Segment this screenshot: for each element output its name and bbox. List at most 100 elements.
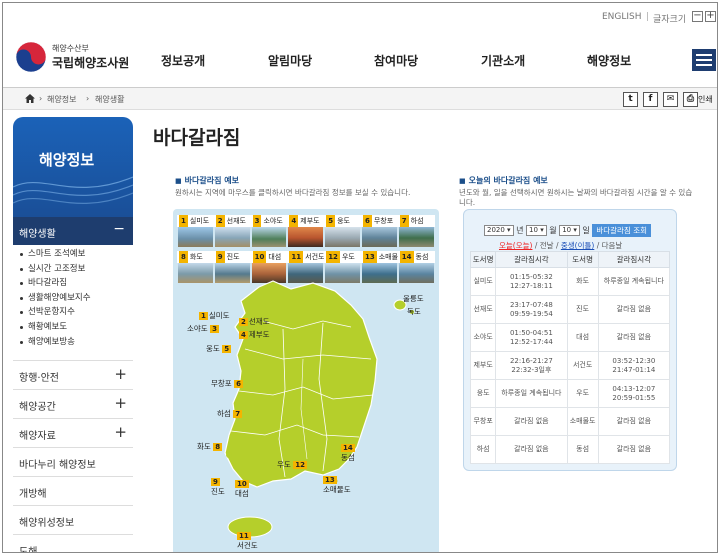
logo-agency: 국립해양조사원 [52, 56, 130, 70]
island-name: 소야도 [469, 323, 497, 352]
map-label-ulleungdo: 울릉도 [403, 294, 424, 303]
mail-share-icon[interactable]: ✉ [663, 92, 678, 107]
year-select[interactable]: 2020 ▾ [484, 225, 514, 236]
sub-item-sea-parting[interactable]: 바다갈라짐 [13, 276, 133, 291]
sidebar-item-label: 바다누리 해양정보 [19, 460, 96, 471]
logo-ministry: 해양수산부 [52, 44, 89, 53]
english-link[interactable]: ENGLISH [602, 12, 642, 22]
island-name: 소매물도 [566, 407, 599, 436]
expand-icon: + [114, 365, 127, 383]
month-select[interactable]: 10 ▾ [526, 225, 547, 236]
section-desc-today: 년도와 월, 일을 선택하시면 원하시는 날짜의 바다갈라짐 시간을 알 수 있… [459, 188, 693, 207]
col-header: 도서명 [566, 251, 599, 268]
gnb-item-about[interactable]: 기관소개 [481, 52, 525, 69]
island-name: 화도 [566, 267, 599, 296]
map-pin-daeseom[interactable]: 10 대섬 [235, 479, 250, 499]
sidebar-item-label: 도해 [19, 547, 38, 553]
map-pin-soyado[interactable]: 소야도 3 [187, 323, 220, 334]
sidebar-header: 해양정보 [13, 117, 133, 217]
sidebar-item-label: 해양공간 [19, 402, 56, 413]
island-name: 서건도 [566, 351, 599, 380]
parting-time: 갈라짐 없음 [597, 435, 671, 464]
map-pin-seonjaedo[interactable]: 2 선재도 [239, 316, 270, 327]
table-row: 하섬 갈라짐 없음 동섬 갈라짐 없음 [469, 435, 671, 464]
breadcrumb-chevron-icon: › [86, 94, 90, 103]
sea-parting-table: 도서명 갈라짐시각 도서명 갈라짐시각 실미도 01:15-05:32 12:2… [469, 251, 671, 464]
expand-icon: + [114, 394, 127, 412]
breadcrumb-chevron-icon: › [39, 94, 43, 103]
sidebar-item-label: 해양생활 [19, 229, 56, 240]
sub-item-ship-index[interactable]: 선박운항지수 [13, 305, 133, 320]
sidebar-item-open-sea[interactable]: 개방해 [13, 476, 133, 505]
sub-item-smart-tide[interactable]: 스마트 조석예보 [13, 247, 133, 262]
parting-time: 갈라짐 없음 [597, 407, 671, 436]
collapse-icon: − [113, 221, 125, 237]
sidebar-item-navigation-safety[interactable]: 항행·안전 + [13, 360, 133, 389]
gnb-item-notice[interactable]: 알림마당 [268, 52, 312, 69]
parting-time: 03:52-12:30 21:47-01:14 [597, 351, 671, 380]
twitter-share-icon[interactable]: t [623, 92, 638, 107]
sidebar-item-label: 항행·안전 [19, 373, 59, 384]
site-logo[interactable]: 해양수산부 국립해양조사원 [15, 39, 145, 75]
sidebar: 해양정보 해양생활 − 스마트 조석예보 실시간 고조정보 바다갈라짐 생활해양… [13, 117, 133, 553]
map-pin-seogeondo[interactable]: 11 서건도 [237, 531, 258, 551]
font-decrease-button[interactable]: − [692, 11, 703, 22]
col-header: 갈라짐시각 [597, 251, 671, 268]
map-label-dokdo: 독도 [407, 307, 421, 316]
table-row: 제부도 22:16-21:27 22:32-3일후 서건도 03:52-12:3… [469, 351, 671, 380]
legend: 오늘(오늘) / 전날 / 중생(이틀) / 다음날 [499, 241, 623, 250]
map-pin-somaemuldo[interactable]: 13 소매물도 [323, 475, 351, 495]
sidebar-item-badanuri[interactable]: 바다누리 해양정보 [13, 447, 133, 476]
sub-item-broadcast[interactable]: 해양예보방송 [13, 335, 133, 350]
facebook-share-icon[interactable]: f [643, 92, 658, 107]
all-menu-button[interactable] [692, 49, 716, 71]
island-name: 동섬 [566, 435, 599, 464]
sub-item-sea-condition[interactable]: 해황예보도 [13, 320, 133, 335]
location-bar: › 해양정보 › 해양생활 t f ✉ ⎙ 인쇄 [3, 88, 717, 110]
sub-item-realtime-high-tide[interactable]: 실시간 고조정보 [13, 262, 133, 277]
map-pin-silmido[interactable]: 1 실미도 [199, 310, 230, 321]
search-button[interactable]: 바다갈라짐 조회 [592, 224, 652, 237]
sidebar-item-label: 해양자료 [19, 431, 56, 442]
map-pin-udo[interactable]: 우도 12 [277, 459, 308, 470]
sidebar-item-satellite[interactable]: 해양위성정보 [13, 505, 133, 534]
section-title-today: 오늘의 바다갈라짐 예보 [459, 175, 548, 186]
section-desc-forecast: 원하시는 지역에 마우스를 클릭하시면 바다갈라짐 정보를 보실 수 있습니다. [175, 188, 411, 197]
table-row: 선재도 23:17-07:48 09:59-19:54 진도 갈라짐 없음 [469, 295, 671, 324]
expand-icon: + [114, 423, 127, 441]
sub-item-life-index[interactable]: 생활해양예보지수 [13, 291, 133, 306]
sidebar-item-ocean-life[interactable]: 해양생활 − [13, 217, 133, 245]
col-header: 도서명 [469, 251, 497, 268]
parting-time: 04:13-12:07 20:59-01:55 [597, 379, 671, 408]
gnb-item-participation[interactable]: 참여마당 [374, 52, 418, 69]
sidebar-item-ocean-space[interactable]: 해양공간 + [13, 389, 133, 418]
map-pin-dongseom[interactable]: 14 동섬 [341, 443, 356, 463]
print-label[interactable]: 인쇄 [698, 94, 713, 105]
parting-time: 하루종일 계속됩니다 [597, 267, 671, 296]
font-increase-button[interactable]: + [705, 11, 716, 22]
col-header: 갈라짐시각 [495, 251, 568, 268]
table-row: 소야도 01:50-04:51 12:52-17:44 대섬 갈라짐 없음 [469, 323, 671, 352]
print-icon[interactable]: ⎙ [683, 92, 698, 107]
breadcrumb-item-current[interactable]: 해양생활 [95, 94, 124, 105]
breadcrumb-item[interactable]: 해양정보 [47, 94, 76, 105]
gnb-item-ocean-info[interactable]: 해양정보 [587, 52, 631, 69]
gnb-item-info-disclosure[interactable]: 정보공개 [161, 52, 205, 69]
table-row: 웅도 하루종일 계속됩니다 우도 04:13-12:07 20:59-01:55 [469, 379, 671, 408]
home-icon[interactable] [25, 94, 35, 103]
day-select[interactable]: 10 ▾ [559, 225, 580, 236]
util-separator: | [646, 12, 650, 22]
sidebar-title: 해양정보 [39, 151, 95, 169]
map-pin-haseom[interactable]: 하섬 7 [217, 408, 243, 419]
parting-time: 01:50-04:51 12:52-17:44 [495, 323, 568, 352]
sidebar-item-ocean-data[interactable]: 해양자료 + [13, 418, 133, 447]
sea-parting-map: 1 실미도 2 선재도 3 소야도 4 제부도 5 웅도 6 무창포 7 하섬 8 화도 9 진도… [173, 209, 439, 552]
map-pin-muchangpo[interactable]: 무창포 6 [211, 378, 244, 389]
island-name: 제부도 [469, 351, 497, 380]
sidebar-item-chart[interactable]: 도해 [13, 534, 133, 553]
font-size-label: 글자크기 [653, 15, 687, 25]
map-pin-jindo[interactable]: 9 진도 [211, 477, 225, 497]
map-pin-hwado[interactable]: 화도 8 [197, 441, 223, 452]
map-pin-ungdo[interactable]: 웅도 5 [206, 343, 232, 354]
map-pin-jebudo[interactable]: 4 제부도 [239, 329, 270, 340]
